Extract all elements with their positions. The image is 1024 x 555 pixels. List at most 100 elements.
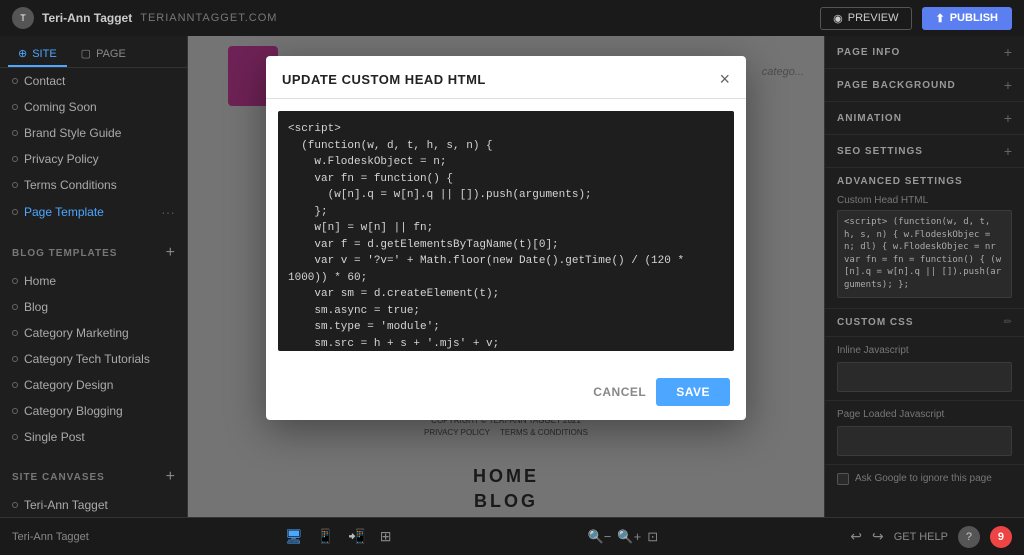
page-icon: ▢ (81, 47, 91, 60)
dot-icon (12, 382, 18, 388)
pencil-icon: ✏ (1004, 317, 1012, 328)
custom-head-label: Custom Head HTML (837, 195, 1012, 206)
plus-icon-4: + (1004, 143, 1012, 159)
top-bar-left: T Teri-Ann Tagget TERIANNTAGGET.COM (12, 7, 277, 29)
cancel-button[interactable]: CANCEL (593, 385, 646, 399)
tab-site[interactable]: ⊕ SITE (8, 42, 67, 67)
custom-css-section: Custom CSS ✏ (825, 309, 1024, 337)
page-name: Teri-Ann Tagget (12, 531, 89, 543)
blog-templates-section: BLOG TEMPLATES + (0, 234, 187, 268)
toolbar-center: 🔍− 🔍+ ⊡ (588, 529, 658, 545)
right-sidebar: PAGE INFO + PAGE BACKGROUND + ANIMATION … (824, 36, 1024, 517)
tab-page[interactable]: ▢ PAGE (71, 42, 136, 67)
desktop-icon-btn[interactable]: 🖥 (281, 526, 307, 547)
undo-btn[interactable]: ↩ (850, 528, 862, 545)
top-bar-right: ◉ PREVIEW ⬆ PUBLISH (820, 7, 1012, 30)
animation-header[interactable]: ANIMATION + (825, 102, 1024, 134)
zoom-fit-btn[interactable]: ⊡ (647, 529, 658, 545)
get-help-button[interactable]: GET HELP (894, 531, 948, 543)
dot-icon (12, 278, 18, 284)
sidebar-item-coming-soon[interactable]: Coming Soon (0, 94, 187, 120)
dot-icon (12, 182, 18, 188)
modal-body: <script> (function(w, d, t, h, s, n) { w… (266, 99, 746, 368)
custom-head-html-textarea[interactable]: <script> (function(w, d, t, h, s, n) { w… (278, 111, 734, 351)
dot-icon (12, 104, 18, 110)
publish-button[interactable]: ⬆ PUBLISH (922, 7, 1013, 30)
sidebar-item-teri-canvas[interactable]: Teri-Ann Tagget (0, 492, 187, 517)
mobile-icon-btn[interactable]: 📲 (344, 526, 369, 547)
dot-icon (12, 356, 18, 362)
custom-css-title: Custom CSS (837, 317, 914, 328)
site-canvases-title: SITE CANVASES (12, 472, 105, 483)
update-custom-head-modal: UPDATE CUSTOM HEAD HTML × <script> (func… (266, 56, 746, 420)
plus-icon-2: + (1004, 77, 1012, 93)
sidebar-item-category-blogging[interactable]: Category Blogging (0, 398, 187, 424)
preview-button[interactable]: ◉ PREVIEW (820, 7, 911, 30)
dot-icon (12, 408, 18, 414)
sidebar-item-brand-style[interactable]: Brand Style Guide (0, 120, 187, 146)
right-section-page-info: PAGE INFO + (825, 36, 1024, 69)
eye-icon: ◉ (833, 12, 843, 25)
page-loaded-js-area[interactable] (837, 426, 1012, 456)
advanced-title: ADVANCED SETTINGS (837, 176, 963, 187)
sidebar-item-home[interactable]: Home (0, 268, 187, 294)
sidebar-item-privacy[interactable]: Privacy Policy (0, 146, 187, 172)
help-circle-icon: ? (958, 526, 980, 548)
sidebar-item-contact[interactable]: Contact (0, 68, 187, 94)
dot-icon (12, 434, 18, 440)
sidebar-tabs: ⊕ SITE ▢ PAGE (0, 36, 187, 68)
plus-icon: + (1004, 44, 1012, 60)
toolbar-right: ↩ ↪ GET HELP ? 9 (850, 526, 1012, 548)
page-info-header[interactable]: PAGE INFO + (825, 36, 1024, 68)
blog-templates-title: BLOG TEMPLATES (12, 248, 117, 259)
sidebar-item-category-tech[interactable]: Category Tech Tutorials (0, 346, 187, 372)
advanced-content: Custom Head HTML <script> (function(w, d… (825, 195, 1024, 308)
ask-google-label: Ask Google to ignore this page (855, 473, 992, 484)
page-bg-header[interactable]: PAGE BACKGROUND + (825, 69, 1024, 101)
zoom-in-btn[interactable]: 🔍+ (617, 529, 641, 545)
custom-head-preview: <script> (function(w, d, t, h, s, n) { w… (837, 210, 1012, 298)
redo-btn[interactable]: ↪ (872, 528, 884, 545)
tablet-icon-btn[interactable]: 📱 (313, 526, 338, 547)
advanced-header[interactable]: ADVANCED SETTINGS (825, 168, 1024, 195)
right-section-seo: SEO SETTINGS + (825, 135, 1024, 168)
seo-header[interactable]: SEO SETTINGS + (825, 135, 1024, 167)
dot-icon (12, 330, 18, 336)
zoom-out-btn[interactable]: 🔍− (588, 529, 612, 545)
site-canvases-section: SITE CANVASES + (0, 458, 187, 492)
user-name: Teri-Ann Tagget (42, 11, 132, 25)
sidebar-item-blog[interactable]: Blog (0, 294, 187, 320)
sidebar-item-category-marketing[interactable]: Category Marketing (0, 320, 187, 346)
grid-icon-btn[interactable]: ⊞ (376, 526, 396, 547)
modal-header: UPDATE CUSTOM HEAD HTML × (266, 56, 746, 99)
page-loaded-js-label: Page Loaded Javascript (837, 409, 1012, 420)
sidebar-item-terms[interactable]: Terms Conditions (0, 172, 187, 198)
ask-google-checkbox[interactable] (837, 473, 849, 485)
add-blog-template-icon[interactable]: + (166, 244, 175, 262)
inline-js-section: Inline Javascript (825, 337, 1024, 401)
dot-icon (12, 156, 18, 162)
modal-title: UPDATE CUSTOM HEAD HTML (282, 72, 486, 87)
top-bar: T Teri-Ann Tagget TERIANNTAGGET.COM ◉ PR… (0, 0, 1024, 36)
sidebar-item-single-post[interactable]: Single Post (0, 424, 187, 450)
canvas-area: catego... ✕ COPYRIGHT © TERI-ANN TAGGET … (188, 36, 824, 517)
save-button[interactable]: SAVE (656, 378, 730, 406)
page-bg-title: PAGE BACKGROUND (837, 80, 956, 91)
modal-close-button[interactable]: × (719, 70, 730, 88)
add-canvas-icon[interactable]: + (166, 468, 175, 486)
user-url: TERIANNTAGGET.COM (140, 12, 277, 24)
dot-icon (12, 304, 18, 310)
inline-js-label: Inline Javascript (837, 345, 1012, 356)
seo-title: SEO SETTINGS (837, 146, 923, 157)
inline-js-area[interactable] (837, 362, 1012, 392)
more-icon: ··· (161, 204, 175, 220)
sidebar-item-page-template[interactable]: Page Template ··· (0, 198, 187, 226)
notification-badge: 9 (990, 526, 1012, 548)
page-loaded-js-section: Page Loaded Javascript (825, 401, 1024, 465)
sidebar-item-category-design[interactable]: Category Design (0, 372, 187, 398)
ask-google-section: Ask Google to ignore this page (825, 465, 1024, 493)
right-section-advanced: ADVANCED SETTINGS Custom Head HTML <scri… (825, 168, 1024, 309)
main-layout: ⊕ SITE ▢ PAGE Contact Coming Soon Brand … (0, 36, 1024, 517)
right-section-animation: ANIMATION + (825, 102, 1024, 135)
page-info-title: PAGE INFO (837, 47, 900, 58)
